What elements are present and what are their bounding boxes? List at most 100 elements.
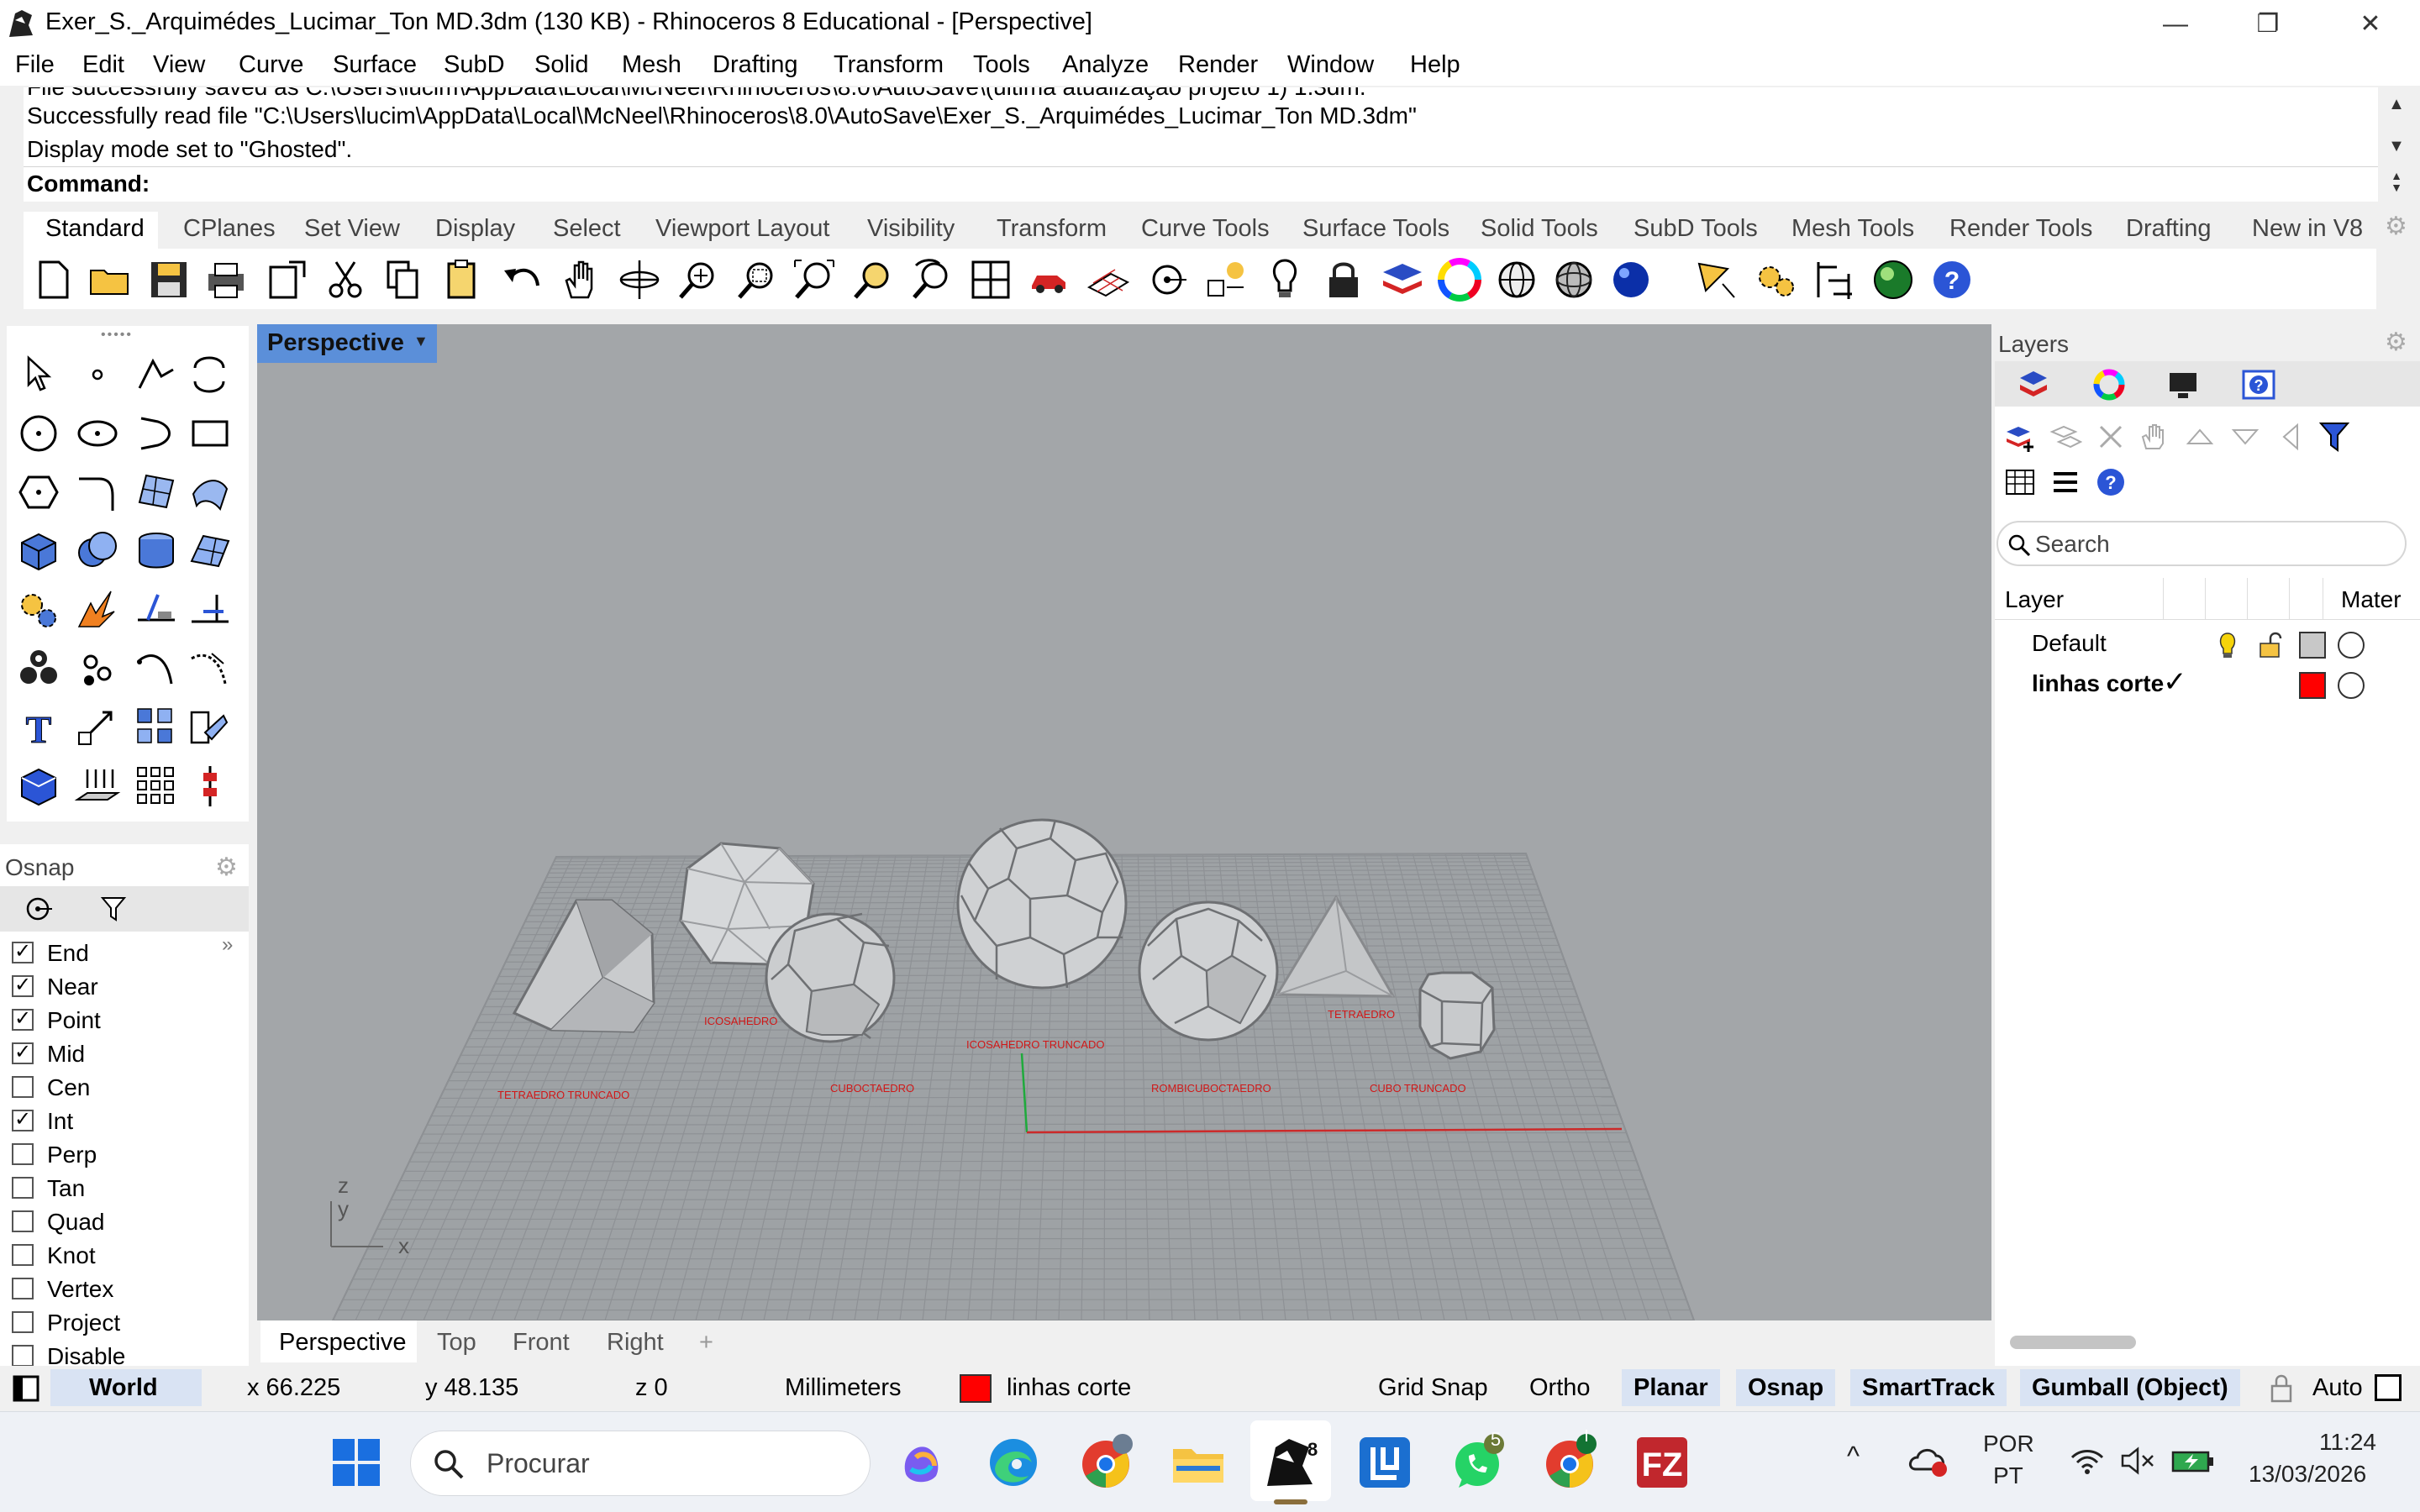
polyline-icon[interactable]: [133, 351, 180, 398]
tab-subd-tools[interactable]: SubD Tools: [1634, 215, 1758, 243]
tab-viewport-layout[interactable]: Viewport Layout: [655, 215, 829, 243]
osnap-checkbox[interactable]: [12, 1277, 34, 1299]
menu-mesh[interactable]: Mesh: [622, 51, 681, 79]
solid-box-icon[interactable]: [15, 763, 62, 810]
new-layer-icon[interactable]: [2003, 420, 2037, 454]
split-trim-icon[interactable]: [133, 586, 180, 633]
layer-search-input[interactable]: Search: [1996, 521, 2407, 566]
osnap-checkbox[interactable]: [12, 1142, 34, 1165]
rhino-8-taskbar-icon[interactable]: 8: [1260, 1432, 1321, 1493]
wireframe-sphere-icon[interactable]: [1494, 257, 1539, 302]
wifi-icon[interactable]: [2070, 1446, 2104, 1476]
tab-drafting[interactable]: Drafting: [2126, 215, 2212, 243]
zoom-selected-icon[interactable]: [850, 257, 896, 302]
arc-icon[interactable]: [133, 410, 180, 457]
osnap-item-perp[interactable]: Perp: [12, 1142, 97, 1168]
layer-table-icon[interactable]: [2003, 465, 2037, 499]
tab-new-in-v8[interactable]: New in V8: [2252, 215, 2363, 243]
osnap-checkbox[interactable]: [12, 1310, 34, 1333]
menu-tools[interactable]: Tools: [973, 51, 1030, 79]
osnap-item-quad[interactable]: Quad: [12, 1209, 105, 1236]
close-button[interactable]: ✕: [2333, 5, 2408, 44]
zoom-extents-icon[interactable]: [792, 257, 837, 302]
grid-array-icon[interactable]: [133, 763, 180, 810]
viewport-title-tab[interactable]: Perspective ▼: [257, 324, 437, 363]
layer-list-icon[interactable]: [2049, 465, 2082, 499]
tab-standard[interactable]: Standard: [45, 215, 145, 243]
layer-visible-bulb-icon[interactable]: [2215, 632, 2240, 659]
layers-icon[interactable]: [1380, 257, 1425, 302]
move-layer-down-icon[interactable]: [2228, 420, 2262, 454]
curve-analyze-icon[interactable]: [187, 645, 234, 692]
boolean-union-icon[interactable]: [74, 528, 121, 575]
grid-snap-toggle[interactable]: Grid Snap: [1378, 1374, 1488, 1402]
history-scroll-down-icon[interactable]: ▼: [2380, 134, 2413, 158]
osnap-checkbox[interactable]: [12, 1075, 34, 1098]
clock-time[interactable]: 11:24: [2319, 1429, 2376, 1456]
osnap-checkbox[interactable]: [12, 1210, 34, 1232]
paste-icon[interactable]: [439, 257, 484, 302]
cuboctaedro-solid[interactable]: [765, 912, 896, 1043]
mesh-icon[interactable]: [187, 528, 234, 575]
box-icon[interactable]: [15, 528, 62, 575]
transform-gears-icon[interactable]: [15, 586, 62, 633]
layer-row-linhas-corte[interactable]: linhas corte ✓: [1995, 665, 2420, 704]
project-icon[interactable]: [74, 763, 121, 810]
copy-icon[interactable]: [380, 257, 425, 302]
osnap-checkbox[interactable]: [12, 1176, 34, 1199]
smarttrack-toggle[interactable]: SmartTrack: [1850, 1369, 2007, 1406]
lock-grid-icon[interactable]: [2269, 1374, 2294, 1403]
layer-material-icon[interactable]: [2338, 632, 2365, 659]
layers-tab-icon[interactable]: [2017, 368, 2050, 402]
explode-icon[interactable]: [74, 586, 121, 633]
history-scroll-up-icon[interactable]: ▲: [2380, 92, 2413, 116]
osnap-checkbox[interactable]: ✓: [12, 941, 34, 963]
materials-tab-icon[interactable]: [2092, 368, 2126, 402]
set-cplane-icon[interactable]: [1144, 257, 1190, 302]
menu-solid[interactable]: Solid: [534, 51, 589, 79]
cplane-grid-icon[interactable]: [1086, 257, 1131, 302]
viewport-tab-top[interactable]: Top: [437, 1329, 476, 1357]
menu-curve[interactable]: Curve: [239, 51, 303, 79]
named-views-car-icon[interactable]: [1027, 257, 1072, 302]
osnap-item-project[interactable]: Project: [12, 1310, 120, 1336]
dimension-icon[interactable]: [1812, 257, 1857, 302]
tab-transform[interactable]: Transform: [997, 215, 1107, 243]
tab-surface-tools[interactable]: Surface Tools: [1302, 215, 1449, 243]
filezilla-icon[interactable]: FZ: [1632, 1432, 1692, 1493]
options-gears-icon[interactable]: [1753, 257, 1798, 302]
osnap-item-knot[interactable]: Knot: [12, 1242, 96, 1269]
osnap-item-vertex[interactable]: Vertex: [12, 1276, 113, 1303]
battery-charging-icon[interactable]: [2171, 1446, 2215, 1476]
layer-help-icon[interactable]: ?: [2094, 465, 2128, 499]
osnap-checkbox[interactable]: ✓: [12, 1008, 34, 1031]
curve-icon[interactable]: [187, 351, 234, 398]
new-sublayer-icon[interactable]: [2049, 420, 2082, 454]
text-tool-icon[interactable]: T: [15, 704, 62, 752]
layer-color-swatch[interactable]: [2299, 632, 2326, 659]
display-tab-icon[interactable]: [2166, 368, 2200, 402]
language-secondary[interactable]: PT: [1993, 1462, 2023, 1489]
file-explorer-icon[interactable]: [1168, 1432, 1228, 1493]
render-icon[interactable]: [1870, 257, 1916, 302]
boolean-split-icon[interactable]: [187, 586, 234, 633]
tab-visibility[interactable]: Visibility: [867, 215, 955, 243]
tab-solid-tools[interactable]: Solid Tools: [1481, 215, 1598, 243]
array-icon[interactable]: [133, 704, 180, 751]
osnap-settings-gear-icon[interactable]: ⚙: [215, 853, 238, 882]
tab-render-tools[interactable]: Render Tools: [1949, 215, 2092, 243]
select-arrow-icon[interactable]: [15, 351, 62, 398]
lock-icon[interactable]: [1321, 257, 1366, 302]
open-folder-icon[interactable]: [87, 257, 133, 302]
menu-drafting[interactable]: Drafting: [713, 51, 798, 79]
menu-window[interactable]: Window: [1287, 51, 1374, 79]
osnap-item-mid[interactable]: ✓ Mid: [12, 1041, 85, 1068]
windows-start-icon[interactable]: [331, 1437, 381, 1488]
undo-icon[interactable]: [499, 257, 544, 302]
column-material[interactable]: Mater: [2341, 586, 2402, 613]
minimize-button[interactable]: —: [2138, 5, 2213, 44]
viewport-tab-perspective[interactable]: Perspective: [279, 1329, 407, 1357]
gumball-toggle[interactable]: Gumball (Object): [2020, 1369, 2240, 1406]
palette-grip[interactable]: •••••: [101, 328, 133, 343]
export-icon[interactable]: [264, 257, 309, 302]
